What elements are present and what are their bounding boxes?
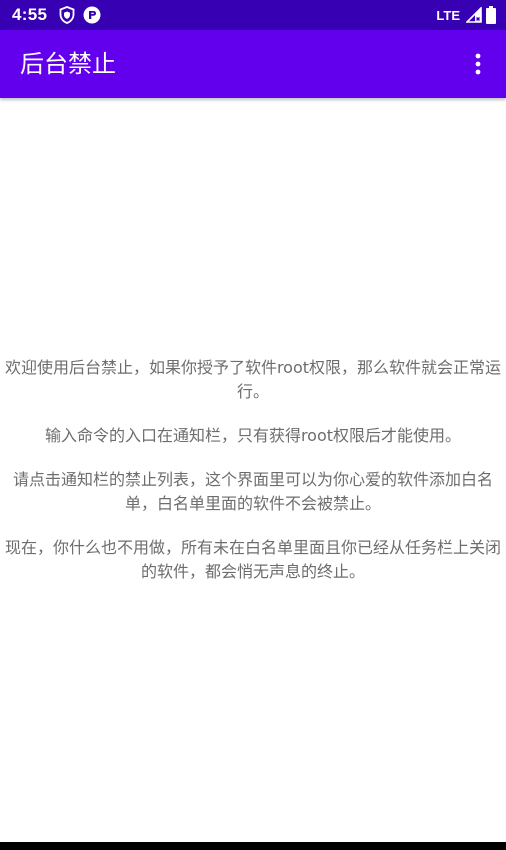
- status-bar: 4:55 LTE: [0, 0, 506, 30]
- overflow-menu-icon: [475, 53, 481, 75]
- status-icons-left: [59, 6, 101, 24]
- command-entry-paragraph: 输入命令的入口在通知栏，只有获得root权限后才能使用。: [44, 426, 462, 445]
- auto-stop-paragraph: 现在，你什么也不用做，所有未在白名单里面且你已经从任务栏上关闭的软件，都会悄无声…: [4, 538, 501, 581]
- navigation-bar: [0, 842, 506, 850]
- shield-icon: [59, 6, 75, 24]
- battery-icon: [486, 6, 496, 24]
- app-notification-icon: [83, 6, 101, 24]
- status-icons-right: LTE: [436, 0, 496, 30]
- app-title: 后台禁止: [20, 50, 116, 78]
- main-content: 欢迎使用后台禁止，如果你授予了软件root权限，那么软件就会正常运行。 输入命令…: [0, 98, 506, 842]
- intro-paragraph: 欢迎使用后台禁止，如果你授予了软件root权限，那么软件就会正常运行。: [4, 358, 502, 401]
- app-bar: 后台禁止: [0, 30, 506, 98]
- status-time: 4:55: [12, 5, 48, 24]
- signal-icon: [466, 7, 482, 23]
- overflow-menu-button[interactable]: [464, 50, 492, 78]
- network-type-label: LTE: [436, 7, 460, 23]
- whitelist-paragraph: 请点击通知栏的禁止列表，这个界面里可以为你心爱的软件添加白名单，白名单里面的软件…: [12, 470, 493, 513]
